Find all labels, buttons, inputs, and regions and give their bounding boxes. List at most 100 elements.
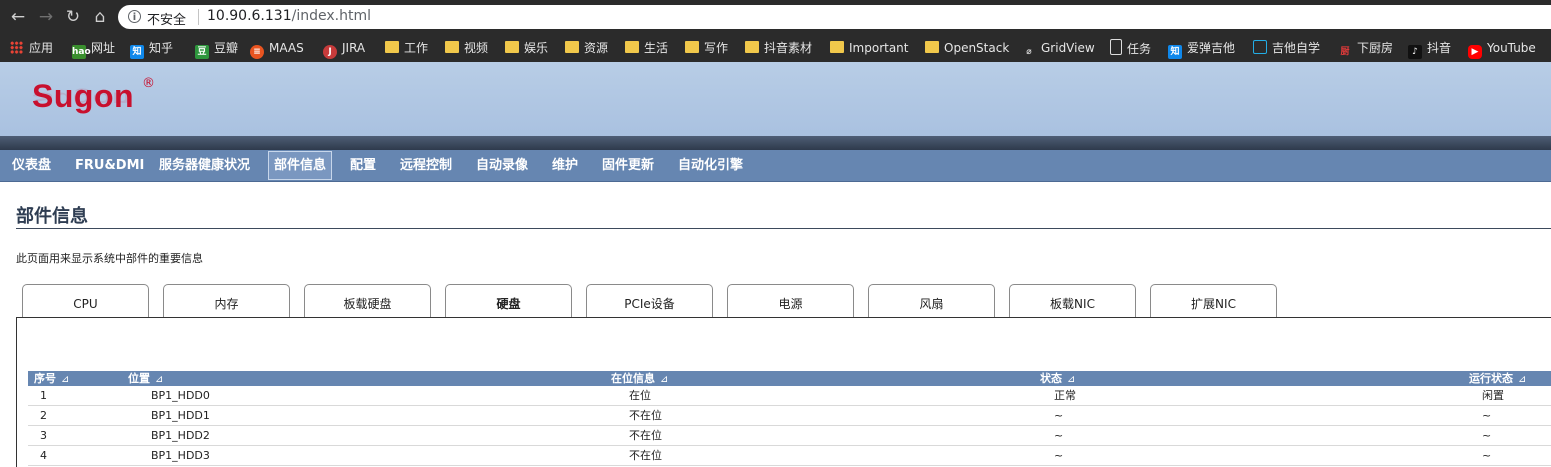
bookmark-item[interactable]: 资源 [565,39,608,57]
table-cell: 3 [40,429,47,442]
title-divider [16,228,1551,229]
table-row: 3 BP1_HDD2 不在位 ~ ~ [28,426,1551,446]
sort-icon[interactable]: ⊿ [61,374,69,385]
table-cell: 不在位 [629,449,662,462]
url-text[interactable]: 10.90.6.131/index.html [207,8,371,24]
menu-item[interactable]: 部件信息 [268,151,333,180]
back-arrow-icon[interactable]: ← [8,7,28,27]
menu-item[interactable]: 固件更新 [602,150,654,181]
menu-item[interactable]: FRU&DMI [75,150,144,181]
bookmark-item[interactable]: 生活 [625,39,668,57]
folder-icon [685,41,699,53]
bookmark-item[interactable]: 抖音素材 [745,39,812,57]
apps-icon [10,41,23,54]
sort-icon[interactable]: ⊿ [660,374,668,385]
tab[interactable]: 板载NIC [1009,284,1136,318]
table-cell: 4 [40,449,47,462]
page-icon [1110,39,1122,55]
table-cell: 不在位 [629,409,662,422]
bookmark-item[interactable]: J JIRA [323,39,365,59]
menu-item[interactable]: 配置 [350,150,376,181]
bookmark-item[interactable]: 应用 [10,39,53,57]
bookmark-item[interactable]: 娱乐 [505,39,548,57]
bookmark-item[interactable]: 工作 [385,39,428,57]
table-header: 序号 ⊿ 位置 ⊿ 在位信息 ⊿ 状态 ⊿ 运行状态 ⊿ [28,371,1551,386]
bookmark-item[interactable]: hao网址 [72,39,115,59]
tab[interactable]: 板载硬盘 [304,284,431,318]
bookmark-item[interactable]: ▶ YouTube [1468,39,1536,59]
folder-icon [565,41,579,53]
column-header[interactable]: 状态 ⊿ [1040,371,1075,386]
sort-icon[interactable]: ⊿ [1067,374,1075,385]
table-cell: 正常 [1054,389,1076,402]
tab[interactable]: 风扇 [868,284,995,318]
bookmark-item[interactable]: 视频 [445,39,488,57]
hao-icon: hao [72,45,91,59]
info-icon[interactable]: i [128,10,141,23]
bookmark-label: OpenStack [944,41,1010,55]
registered-mark: ® [142,76,155,91]
table-cell: 闲置 [1482,389,1504,402]
menu-item[interactable]: 远程控制 [400,150,452,181]
browser-toolbar: ← → ↻ ⌂ i 不安全 10.90.6.131/index.html [0,0,1551,34]
bookmark-label: 任务 [1127,42,1152,56]
bookmark-item[interactable]: ⌀ GridView [1022,39,1094,57]
tab[interactable]: 内存 [163,284,290,318]
bookmark-label: 娱乐 [524,41,549,55]
header-strip [0,136,1551,150]
main-menu: 仪表盘 FRU&DMI 服务器健康状况 部件信息 配置 远程控制 自动录像 维护 固件更新 自动化… [0,150,1551,182]
table-cell: ~ [1482,449,1492,462]
table-cell: ~ [1482,409,1492,422]
table-cell: 1 [40,389,47,402]
menu-item[interactable]: 维护 [552,150,578,181]
reload-icon[interactable]: ↻ [63,7,83,27]
column-header[interactable]: 运行状态 ⊿ [1469,371,1526,386]
table-row: 4 BP1_HDD3 不在位 ~ ~ [28,446,1551,466]
sort-icon[interactable]: ⊿ [155,374,163,385]
menu-item[interactable]: 自动化引擎 [678,150,743,181]
bookmark-item[interactable]: 吉他自学 [1253,39,1320,57]
bookmark-label: 抖音 [1427,41,1452,55]
folder-icon [505,41,519,53]
tab[interactable]: PCIe设备 [586,284,713,318]
bookmark-item[interactable]: ♪ 抖音 [1408,39,1452,59]
column-header[interactable]: 在位信息 ⊿ [611,371,668,386]
table-cell: BP1_HDD1 [151,409,210,422]
xiachufang-icon: 厨 [1340,47,1350,57]
tab[interactable]: 电源 [727,284,854,318]
column-header-label: 状态 [1040,372,1062,385]
bookmark-label: 抖音素材 [764,41,813,55]
bookmark-item[interactable]: 厨下厨房 [1338,39,1393,57]
folder-icon [925,41,939,53]
menu-item[interactable]: 自动录像 [476,150,528,181]
bookmark-item[interactable]: OpenStack [925,39,1009,57]
tab[interactable]: 硬盘 [445,284,572,319]
table-cell: BP1_HDD0 [151,389,210,402]
table-cell: ~ [1482,429,1492,442]
zhihu-icon: 知 [130,45,144,59]
bookmark-label: 吉他自学 [1272,41,1321,55]
bookmark-item[interactable]: 知爱弹吉他 [1168,39,1235,59]
forward-arrow-icon[interactable]: → [36,7,56,27]
sort-icon[interactable]: ⊿ [1518,374,1526,385]
column-header[interactable]: 位置 ⊿ [128,371,163,386]
folder-icon [625,41,639,53]
bookmark-label: 视频 [464,41,489,55]
home-icon[interactable]: ⌂ [90,7,110,27]
bookmark-item[interactable]: 知知乎 [130,39,173,59]
bookmark-item[interactable]: ≡ MAAS [250,39,304,59]
menu-item[interactable]: 仪表盘 [12,150,51,181]
menu-item[interactable]: 服务器健康状况 [159,150,250,181]
bookmark-item[interactable]: 任务 [1110,39,1151,57]
tab[interactable]: 扩展NIC [1150,284,1277,318]
tab[interactable]: CPU [22,284,149,318]
table-cell: BP1_HDD2 [151,429,210,442]
bookmark-item[interactable]: 豆豆瓣 [195,39,238,59]
insecure-label[interactable]: 不安全 [147,9,186,28]
column-header[interactable]: 序号 ⊿ [34,371,69,386]
bookmark-item[interactable]: Important [830,39,909,57]
table-row: 1 BP1_HDD0 在位 正常 闲置 [28,386,1551,406]
address-separator [198,9,199,25]
gridview-icon: ⌀ [1026,47,1032,57]
bookmark-item[interactable]: 写作 [685,39,728,57]
